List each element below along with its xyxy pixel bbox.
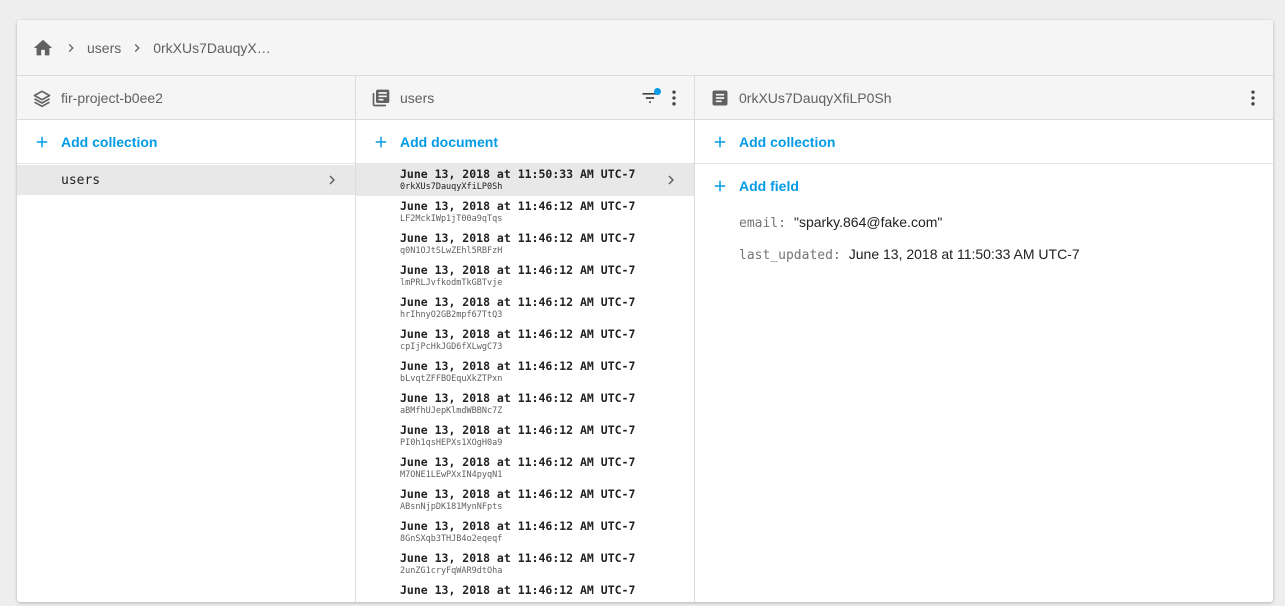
filter-active-dot bbox=[654, 88, 661, 95]
document-timestamp: June 13, 2018 at 11:46:12 AM UTC-7 bbox=[400, 583, 636, 597]
document-list-item[interactable]: June 13, 2018 at 11:46:12 AM UTC-7 aBMfhU… bbox=[356, 388, 694, 420]
root-column-header: fir-project-b0ee2 bbox=[17, 76, 355, 120]
breadcrumb-item-document[interactable]: 0rkXUs7DauqyX… bbox=[153, 40, 271, 56]
document-list-item[interactable]: June 13, 2018 at 11:46:12 AM UTC-7 LF2Mck… bbox=[356, 196, 694, 228]
root-column: fir-project-b0ee2 Add collection users bbox=[17, 76, 356, 602]
add-collection-label: Add collection bbox=[61, 133, 158, 150]
document-list-item[interactable]: June 13, 2018 at 11:46:12 AM UTC-7 2unZG1… bbox=[356, 548, 694, 580]
document-list-item[interactable]: June 13, 2018 at 11:46:12 AM UTC-7 lmPRLJ… bbox=[356, 260, 694, 292]
document-id: aBMfhUJepKlmdWBBNc7Z bbox=[400, 406, 503, 416]
plus-icon bbox=[711, 177, 729, 195]
add-field-label: Add field bbox=[739, 178, 799, 194]
document-list-item[interactable]: June 13, 2018 at 11:46:12 AM UTC-7 cpIjPc… bbox=[356, 324, 694, 356]
collection-column: users Add document June 13, 2018 at 11:5… bbox=[356, 76, 695, 602]
filter-icon[interactable] bbox=[638, 86, 662, 110]
add-document-button[interactable]: Add document bbox=[356, 120, 694, 164]
document-timestamp: June 13, 2018 at 11:46:12 AM UTC-7 bbox=[400, 231, 636, 245]
field-key: email: bbox=[739, 216, 786, 231]
document-list-item[interactable]: June 13, 2018 at 11:50:33 AM UTC-7 0rkXUs… bbox=[356, 164, 694, 196]
field-value: "sparky.864@fake.com" bbox=[793, 214, 943, 230]
more-vert-icon[interactable] bbox=[662, 86, 686, 110]
plus-icon bbox=[711, 133, 729, 151]
document-id: 8GnSXqb3THJB4o2eqeqf bbox=[400, 534, 503, 544]
document-id: PI0h1qsHEPXs1XOgH0a9 bbox=[400, 438, 503, 448]
breadcrumb-item-users[interactable]: users bbox=[87, 40, 121, 56]
document-timestamp: June 13, 2018 at 11:46:12 AM UTC-7 bbox=[400, 327, 636, 341]
home-icon[interactable] bbox=[31, 36, 55, 60]
document-column-header: 0rkXUs7DauqyXfiLP0Sh bbox=[695, 76, 1273, 120]
document-timestamp: June 13, 2018 at 11:46:12 AM UTC-7 bbox=[400, 359, 636, 373]
field-value: June 13, 2018 at 11:50:33 AM UTC-7 bbox=[848, 246, 1080, 262]
document-list-item[interactable]: June 13, 2018 at 11:46:12 AM UTC-7 M7ONE1… bbox=[356, 452, 694, 484]
document-timestamp: June 13, 2018 at 11:46:12 AM UTC-7 bbox=[400, 199, 636, 213]
add-subcollection-label: Add collection bbox=[739, 133, 836, 150]
document-list-item[interactable]: June 13, 2018 at 11:46:12 AM UTC-7 PI0h1q… bbox=[356, 420, 694, 452]
document-timestamp: June 13, 2018 at 11:46:12 AM UTC-7 bbox=[400, 487, 636, 501]
more-vert-icon[interactable] bbox=[1241, 86, 1265, 110]
document-id: 0rkXUs7DauqyXfiLP0Sh bbox=[400, 182, 503, 192]
document-timestamp: June 13, 2018 at 11:46:12 AM UTC-7 bbox=[400, 423, 636, 437]
document-list-item[interactable]: June 13, 2018 at 11:46:12 AM UTC-7 hrIhny… bbox=[356, 292, 694, 324]
document-actions bbox=[1241, 76, 1265, 120]
document-id: q0N1OJtSLwZEhl5RBFzH bbox=[400, 246, 503, 256]
breadcrumb: users 0rkXUs7DauqyX… bbox=[17, 20, 1273, 76]
document-list-item[interactable]: June 13, 2018 at 11:46:12 AM UTC-7 bbox=[356, 580, 694, 602]
add-subcollection-button[interactable]: Add collection bbox=[695, 120, 1273, 164]
document-id: bLvqtZFFBOEquXkZTPxn bbox=[400, 374, 503, 384]
document-list-item[interactable]: June 13, 2018 at 11:46:12 AM UTC-7 bLvqtZ… bbox=[356, 356, 694, 388]
field-list: email: "sparky.864@fake.com" last_update… bbox=[695, 208, 1273, 278]
document-list-item[interactable]: June 13, 2018 at 11:46:12 AM UTC-7 8GnSXq… bbox=[356, 516, 694, 548]
document-list: June 13, 2018 at 11:50:33 AM UTC-7 0rkXUs… bbox=[356, 164, 694, 602]
plus-icon bbox=[372, 133, 390, 151]
document-timestamp: June 13, 2018 at 11:46:12 AM UTC-7 bbox=[400, 455, 636, 469]
add-collection-button[interactable]: Add collection bbox=[17, 120, 355, 164]
document-column: 0rkXUs7DauqyXfiLP0Sh Add collection Add … bbox=[695, 76, 1273, 602]
field-row-last-updated[interactable]: last_updated: June 13, 2018 at 11:50:33 … bbox=[739, 246, 1273, 278]
collection-item-users[interactable]: users bbox=[17, 165, 355, 195]
document-timestamp: June 13, 2018 at 11:46:12 AM UTC-7 bbox=[400, 519, 636, 533]
chevron-right-icon bbox=[59, 36, 83, 60]
document-icon bbox=[709, 87, 731, 109]
document-timestamp: June 13, 2018 at 11:46:12 AM UTC-7 bbox=[400, 551, 636, 565]
field-key: last_updated: bbox=[739, 248, 841, 263]
document-id: lmPRLJvfkodmTkGBTvje bbox=[400, 278, 503, 288]
document-timestamp: June 13, 2018 at 11:46:12 AM UTC-7 bbox=[400, 263, 636, 277]
collection-column-header: users bbox=[356, 76, 694, 120]
add-field-button[interactable]: Add field bbox=[695, 164, 1273, 208]
field-row-email[interactable]: email: "sparky.864@fake.com" bbox=[739, 214, 1273, 246]
document-id: 2unZG1cryFqWAR9dtOha bbox=[400, 566, 503, 576]
collection-icon bbox=[370, 87, 392, 109]
document-id: ABsnNjpDK181MynNFpts bbox=[400, 502, 503, 512]
document-id: cpIjPcHkJGD6fXLwgC73 bbox=[400, 342, 503, 352]
add-document-label: Add document bbox=[400, 133, 498, 150]
chevron-right-icon bbox=[323, 171, 341, 189]
document-id: M7ONE1LEwPXxIN4pyqN1 bbox=[400, 470, 503, 480]
document-list-item[interactable]: June 13, 2018 at 11:46:12 AM UTC-7 ABsnNj… bbox=[356, 484, 694, 516]
collection-item-label: users bbox=[61, 172, 101, 188]
document-timestamp: June 13, 2018 at 11:46:12 AM UTC-7 bbox=[400, 391, 636, 405]
firestore-data-panel: users 0rkXUs7DauqyX… fir-project-b0ee2 A… bbox=[17, 20, 1273, 602]
collection-title: users bbox=[400, 89, 435, 106]
document-id: hrIhnyO2GB2mpf67TtQ3 bbox=[400, 310, 503, 320]
chevron-right-icon bbox=[125, 36, 149, 60]
stacks-icon bbox=[31, 87, 53, 109]
plus-icon bbox=[33, 133, 51, 151]
columns: fir-project-b0ee2 Add collection users u… bbox=[17, 76, 1273, 602]
project-title: fir-project-b0ee2 bbox=[61, 89, 163, 106]
document-title: 0rkXUs7DauqyXfiLP0Sh bbox=[739, 89, 892, 106]
document-list-item[interactable]: June 13, 2018 at 11:46:12 AM UTC-7 q0N1OJ… bbox=[356, 228, 694, 260]
document-id: LF2MckIWp1jT00a9qTqs bbox=[400, 214, 503, 224]
collection-actions bbox=[638, 76, 686, 120]
chevron-right-icon bbox=[662, 171, 680, 189]
document-timestamp: June 13, 2018 at 11:46:12 AM UTC-7 bbox=[400, 295, 636, 309]
document-timestamp: June 13, 2018 at 11:50:33 AM UTC-7 bbox=[400, 167, 636, 181]
